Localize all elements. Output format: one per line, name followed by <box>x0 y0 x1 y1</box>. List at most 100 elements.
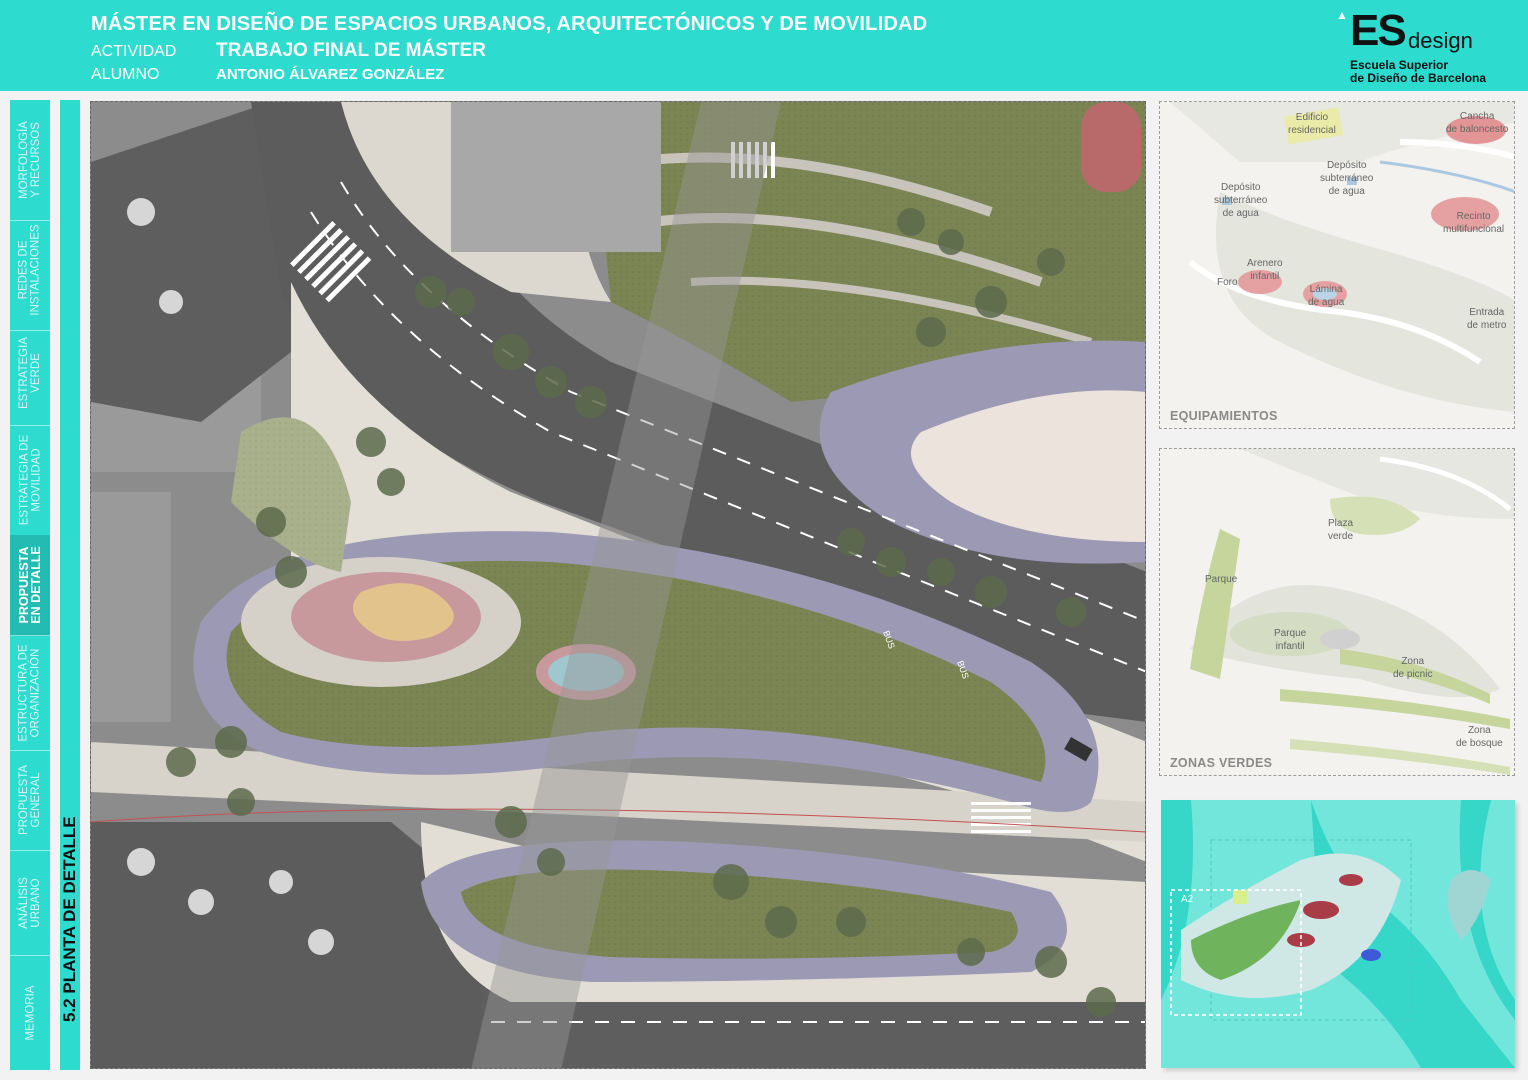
label-line: Parque <box>1274 628 1307 639</box>
keymap-drawing <box>1161 800 1515 1068</box>
label-line: multifuncional <box>1443 224 1505 235</box>
label-plaza: Plaza verde <box>1328 517 1353 543</box>
nav-label: PROPUESTA <box>18 764 31 836</box>
label-deposito-2: Depósito subterráneo de agua <box>1214 181 1267 220</box>
logo-triangle-icon: ▲ <box>1336 8 1348 22</box>
label-line: de bosque <box>1456 738 1503 749</box>
label-parque: Parque <box>1205 573 1237 586</box>
student-label: ALUMNO <box>91 66 160 83</box>
logo-brand-suffix: design <box>1408 28 1473 53</box>
detail-plan-drawing: BUS BUS <box>91 102 1145 1068</box>
label-line: Zona <box>1401 656 1425 667</box>
label-line: Depósito <box>1220 182 1261 193</box>
label-metro: Entrada de metro <box>1467 306 1506 332</box>
nav-label: ESTRATEGIA <box>18 336 30 409</box>
label-line: de agua <box>1328 186 1365 197</box>
basketball-court <box>1081 102 1141 192</box>
nav-label: MORFOLOGÍA <box>18 121 31 199</box>
nav-propuesta-general[interactable]: PROPUESTA GENERAL <box>10 750 50 851</box>
section-title-bar: 5.2 PLANTA DE DETALLE <box>60 100 80 1070</box>
building-left-2 <box>91 492 171 722</box>
residential-building <box>451 102 661 252</box>
nav-estrategia-movilidad[interactable]: ESTRATEGIA DE MOVILIDAD <box>10 425 50 536</box>
label-deposito-1: Depósito subterráneo de agua <box>1320 159 1373 198</box>
nav-label: GENERAL <box>30 772 43 828</box>
label-parque-infantil: Parque infantil <box>1274 627 1306 653</box>
label-line: Foro <box>1217 277 1238 288</box>
label-line: subterráneo <box>1320 173 1374 184</box>
logo-line-2: de Diseño de Barcelona <box>1350 71 1487 85</box>
nav-label: ORGANIZACIÓN <box>30 648 42 737</box>
label-line: infantil <box>1250 271 1280 282</box>
keymap-building <box>1233 890 1247 904</box>
label-foro: Foro <box>1217 276 1238 289</box>
nav-label: REDES DE <box>18 240 31 300</box>
keymap-area-label: A2 <box>1181 894 1194 905</box>
nav-label: MOVILIDAD <box>30 448 42 512</box>
activity-label: ACTIVIDAD <box>91 43 177 60</box>
zonas-verdes-title: ZONAS VERDES <box>1170 756 1273 770</box>
keymap-venue <box>1303 901 1339 919</box>
label-line: de agua <box>1222 208 1259 219</box>
nav-redes[interactable]: REDES DE INSTALACIONES <box>10 210 50 331</box>
green-inner <box>1320 629 1360 649</box>
nav-label: INSTALACIONES <box>30 224 43 316</box>
label-line: Zona <box>1467 725 1491 736</box>
label-line: residencial <box>1288 125 1336 136</box>
nav-morfologia[interactable]: MORFOLOGÍA Y RECURSOS <box>10 100 50 221</box>
header-bar: MÁSTER EN DISEÑO DE ESPACIOS URBANOS, AR… <box>0 0 1528 91</box>
label-line: de baloncesto <box>1446 124 1509 135</box>
label-line: de metro <box>1467 320 1507 331</box>
label-bosque: Zona de bosque <box>1456 724 1503 750</box>
nav-label: URBANO <box>30 877 42 928</box>
zonas-verdes-map: Plaza verde Parque Parque infantil Zona de … <box>1159 448 1515 776</box>
nav-estrategia-verde[interactable]: ESTRATEGIA VERDE <box>10 320 50 426</box>
label-line: verde <box>1328 531 1354 542</box>
label-line: Lámina <box>1309 284 1343 295</box>
keymap-water-feature <box>1361 949 1381 961</box>
section-title: 5.2 PLANTA DE DETALLE <box>60 816 79 1022</box>
nav-label: ESTRATEGIA DE <box>18 434 30 526</box>
label-edificio: Edificio residencial <box>1288 111 1336 137</box>
nav-propuesta-detalle[interactable]: PROPUESTA EN DETALLE <box>10 535 50 636</box>
logo-line-1: Escuela Superior <box>1350 58 1449 72</box>
nav-estructura[interactable]: ESTRUCTURA DE ORGANIZACIÓN <box>10 635 50 751</box>
label-line: Plaza <box>1328 518 1354 529</box>
esdesign-logo: ▲ ES design Escuela Superior de Diseño d… <box>1336 6 1516 86</box>
label-arenero: Arenero infantil <box>1247 257 1283 283</box>
label-line: infantil <box>1275 641 1305 652</box>
keymap-venue <box>1339 874 1363 886</box>
label-line: Recinto <box>1456 211 1491 222</box>
label-line: de picnic <box>1393 669 1433 680</box>
equipamientos-map: Edificio residencial Cancha de baloncesto … <box>1159 101 1515 429</box>
master-title: MÁSTER EN DISEÑO DE ESPACIOS URBANOS, AR… <box>91 13 928 35</box>
label-line: Depósito <box>1326 160 1367 171</box>
equipamientos-drawing <box>1160 102 1514 428</box>
label-line: Entrada <box>1469 307 1505 318</box>
nav-label: Y RECURSOS <box>30 122 43 198</box>
label-lamina: Lámina de agua <box>1308 283 1344 309</box>
label-recinto: Recinto multifuncional <box>1443 210 1504 236</box>
equipamientos-title: EQUIPAMIENTOS <box>1170 409 1278 423</box>
nav-label: ANÁLISIS <box>18 876 30 929</box>
label-line: Arenero <box>1247 258 1283 269</box>
nav-label: VERDE <box>30 352 42 393</box>
label-cancha: Cancha de baloncesto <box>1446 110 1508 136</box>
nav-analisis[interactable]: ANÁLISIS URBANO <box>10 850 50 956</box>
label-line: Cancha <box>1459 111 1495 122</box>
label-line: Edificio <box>1295 112 1329 123</box>
student-value: ANTONIO ÁLVAREZ GONZÁLEZ <box>216 66 445 83</box>
label-line: subterráneo <box>1214 195 1268 206</box>
nav-label: EN DETALLE <box>29 546 44 624</box>
section-nav: MORFOLOGÍA Y RECURSOS REDES DE INSTALACION… <box>10 100 50 1070</box>
nav-label: ESTRUCTURA DE <box>18 643 30 742</box>
nav-memoria[interactable]: MEMORIA <box>10 955 50 1070</box>
label-line: Parque <box>1205 574 1238 585</box>
location-keymap: A2 <box>1161 800 1515 1068</box>
activity-value: TRABAJO FINAL DE MÁSTER <box>216 40 486 61</box>
detail-plan: BUS BUS <box>90 101 1146 1069</box>
label-line: de agua <box>1308 297 1345 308</box>
label-picnic: Zona de picnic <box>1393 655 1432 681</box>
logo-brand: ES <box>1350 6 1407 55</box>
nav-label: MEMORIA <box>24 985 37 1040</box>
